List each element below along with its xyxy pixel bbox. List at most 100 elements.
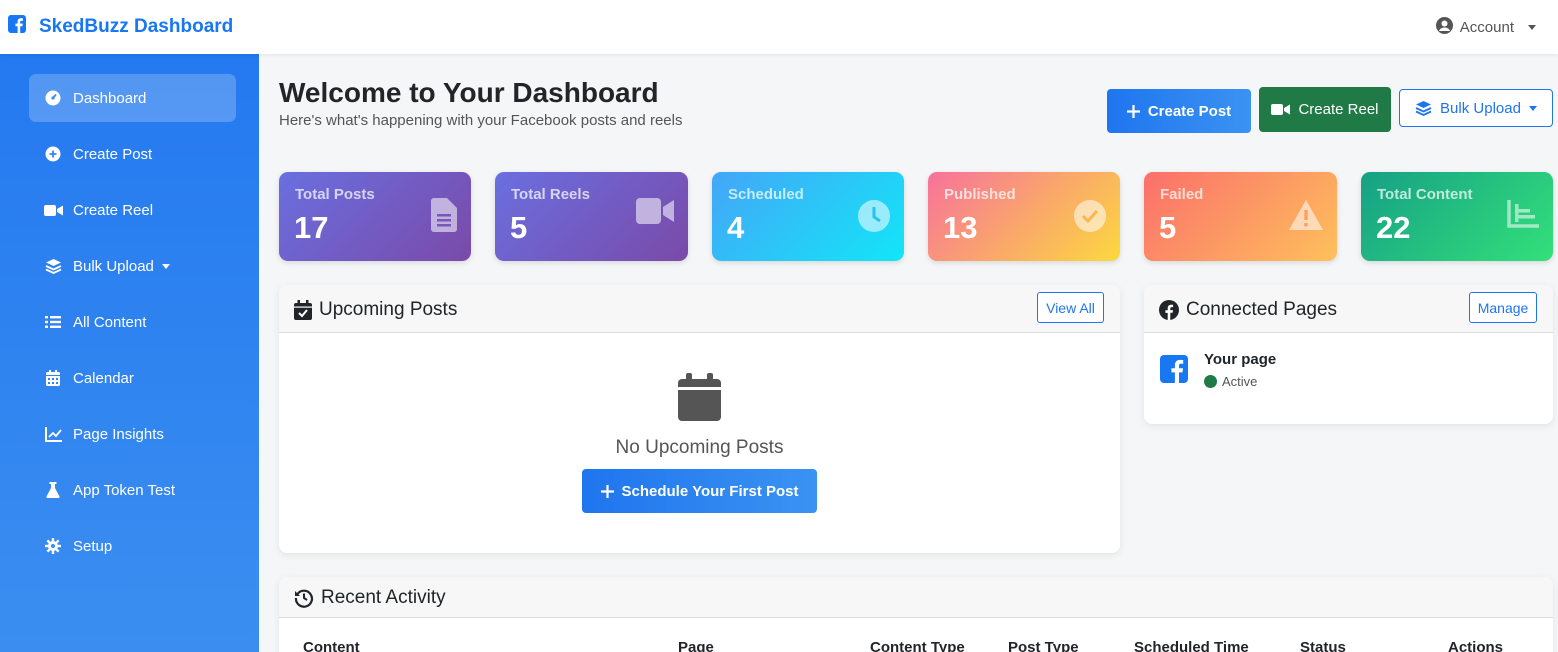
sidebar-item-label: Dashboard (73, 89, 147, 107)
column-header-content-type[interactable]: Content Type (870, 639, 965, 652)
calendar-icon (43, 370, 63, 386)
status-text: Active (1222, 374, 1258, 389)
facebook-logo-icon (8, 15, 26, 38)
facebook-page-icon (1160, 355, 1188, 388)
page-name[interactable]: Your page (1204, 351, 1276, 368)
sidebar-item-label: Bulk Upload (73, 257, 154, 275)
stat-label: Failed (1160, 186, 1204, 203)
file-icon (431, 198, 457, 237)
create-reel-button[interactable]: Create Reel (1259, 87, 1391, 132)
sidebar-item-label: Page Insights (73, 425, 164, 443)
empty-state-title: No Upcoming Posts (615, 437, 784, 458)
card-title-text: Upcoming Posts (319, 299, 458, 320)
gauge-icon (43, 90, 63, 106)
connected-pages-card: Connected Pages Manage Your page Active (1144, 285, 1553, 424)
page-status: Active (1204, 374, 1257, 389)
create-reel-label: Create Reel (1298, 101, 1379, 118)
video-icon (1271, 103, 1291, 116)
plus-icon (600, 484, 614, 498)
calendar-check-icon (294, 300, 312, 320)
sidebar-item-create-post[interactable]: Create Post (29, 130, 236, 178)
sidebar-item-calendar[interactable]: Calendar (29, 354, 236, 402)
stat-card-failed[interactable]: Failed 5 (1144, 172, 1337, 261)
card-title-text: Recent Activity (321, 587, 446, 608)
schedule-first-post-button[interactable]: Schedule Your First Post (582, 469, 817, 513)
column-header-scheduled-time[interactable]: Scheduled Time (1134, 639, 1249, 652)
stat-label: Total Posts (295, 186, 375, 203)
create-post-button[interactable]: Create Post (1107, 89, 1251, 133)
schedule-button-label: Schedule Your First Post (621, 482, 799, 500)
stat-value: 5 (510, 210, 528, 245)
video-icon (636, 198, 674, 229)
stat-card-total-content[interactable]: Total Content 22 (1361, 172, 1553, 261)
warning-icon (1289, 200, 1323, 235)
gear-icon (43, 538, 63, 554)
check-circle-icon (1074, 200, 1106, 237)
card-title-text: Connected Pages (1186, 299, 1338, 320)
sidebar-item-bulk-upload[interactable]: Bulk Upload (29, 242, 236, 290)
stat-value: 17 (294, 210, 329, 245)
card-header: Upcoming Posts View All (279, 285, 1120, 333)
stat-label: Published (944, 186, 1016, 203)
table-header-row: Content Page Content Type Post Type Sche… (279, 639, 1553, 652)
create-post-label: Create Post (1147, 102, 1232, 120)
brand-title: SkedBuzz Dashboard (39, 15, 234, 37)
column-header-post-type[interactable]: Post Type (1008, 639, 1079, 652)
bulk-upload-button[interactable]: Bulk Upload (1399, 89, 1553, 127)
sidebar-item-label: All Content (73, 313, 147, 331)
user-circle-icon (1435, 17, 1453, 38)
video-icon (43, 204, 63, 217)
page-subtitle: Here's what's happening with your Facebo… (279, 112, 683, 129)
card-header: Recent Activity (279, 577, 1553, 618)
manage-button[interactable]: Manage (1469, 292, 1537, 323)
bulk-upload-label: Bulk Upload (1440, 99, 1521, 117)
upcoming-posts-title: Upcoming Posts (294, 299, 457, 321)
view-all-button[interactable]: View All (1037, 292, 1104, 323)
sidebar-item-page-insights[interactable]: Page Insights (29, 410, 236, 458)
brand[interactable]: SkedBuzz Dashboard (8, 15, 233, 38)
stat-card-total-reels[interactable]: Total Reels 5 (495, 172, 688, 261)
column-header-page[interactable]: Page (678, 639, 714, 652)
sidebar-item-label: Setup (73, 537, 113, 555)
plus-circle-icon (43, 146, 63, 162)
stat-value: 4 (727, 210, 745, 245)
recent-activity-title: Recent Activity (294, 587, 446, 609)
flask-icon (43, 482, 63, 498)
calendar-icon (678, 373, 721, 426)
chevron-down-icon (1528, 105, 1537, 111)
clock-icon (858, 200, 890, 237)
stat-value: 22 (1376, 210, 1411, 245)
facebook-icon (1159, 300, 1179, 320)
sidebar: Dashboard Create Post Create Reel Bulk U… (0, 54, 259, 652)
list-icon (43, 315, 63, 329)
status-dot (1204, 375, 1217, 388)
chevron-down-icon (161, 263, 170, 269)
upcoming-posts-card: Upcoming Posts View All No Upcoming Post… (279, 285, 1120, 553)
history-icon (294, 588, 314, 608)
sidebar-item-label: Create Post (73, 145, 153, 163)
stat-value: 5 (1159, 210, 1177, 245)
account-label: Account (1459, 19, 1514, 36)
top-navbar: SkedBuzz Dashboard Account (0, 0, 1558, 54)
stat-card-total-posts[interactable]: Total Posts 17 (279, 172, 471, 261)
sidebar-item-dashboard[interactable]: Dashboard (29, 74, 236, 122)
stat-value: 13 (943, 210, 978, 245)
connected-pages-title: Connected Pages (1159, 299, 1337, 321)
sidebar-item-create-reel[interactable]: Create Reel (29, 186, 236, 234)
sidebar-item-app-token-test[interactable]: App Token Test (29, 466, 236, 514)
stat-label: Total Reels (511, 186, 590, 203)
page-title: Welcome to Your Dashboard (279, 77, 659, 108)
column-header-status[interactable]: Status (1300, 639, 1346, 652)
sidebar-item-setup[interactable]: Setup (29, 522, 236, 570)
stat-label: Scheduled (728, 186, 804, 203)
sidebar-item-all-content[interactable]: All Content (29, 298, 236, 346)
sidebar-item-label: Create Reel (73, 201, 154, 219)
column-header-content[interactable]: Content (303, 639, 360, 652)
recent-activity-card: Recent Activity Content Page Content Typ… (279, 577, 1553, 652)
stat-card-published[interactable]: Published 13 (928, 172, 1120, 261)
bar-chart-icon (1507, 200, 1539, 233)
chevron-down-icon (1528, 25, 1536, 30)
column-header-actions[interactable]: Actions (1448, 639, 1503, 652)
stat-card-scheduled[interactable]: Scheduled 4 (712, 172, 904, 261)
account-menu[interactable]: Account (1435, 17, 1536, 38)
